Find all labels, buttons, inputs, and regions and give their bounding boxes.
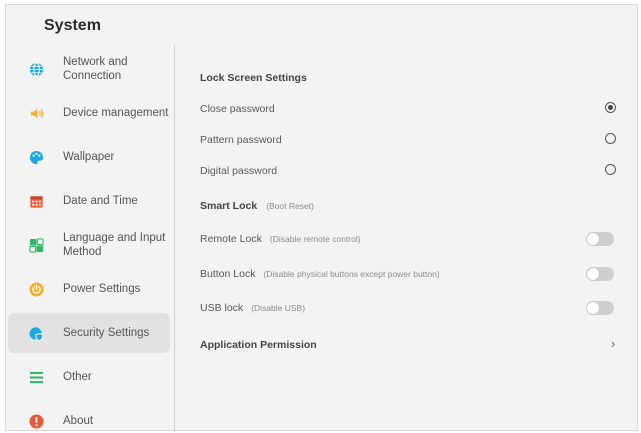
palette-icon <box>28 149 44 165</box>
toggle-knob <box>587 268 599 280</box>
pattern-password-radio[interactable] <box>605 133 616 144</box>
pattern-password-label: Pattern password <box>200 134 282 146</box>
speaker-icon <box>28 105 44 121</box>
sidebar-item-label: Wallpaper <box>63 151 115 163</box>
sidebar-item-about[interactable]: About <box>8 401 170 433</box>
close-password-radio[interactable] <box>605 102 616 113</box>
sidebar-item-other[interactable]: Other <box>8 357 170 397</box>
chevron-right-icon[interactable]: › <box>611 336 615 351</box>
button-lock-hint: (Disable physical buttons except power b… <box>263 269 440 279</box>
power-icon <box>28 281 44 297</box>
digital-password-radio[interactable] <box>605 164 616 175</box>
smart-lock-section-title: Smart Lock (Boot Reset) <box>200 200 314 212</box>
sidebar-item-network[interactable]: Network and Connection <box>8 49 170 89</box>
sidebar-item-label: Security Settings <box>63 327 150 339</box>
sidebar-item-device-management[interactable]: Device management <box>8 93 170 133</box>
usb-lock-label: USB lock (Disable USB) <box>200 302 305 314</box>
smart-lock-hint: (Boot Reset) <box>266 201 314 211</box>
remote-lock-toggle[interactable] <box>586 232 614 246</box>
window-title: System <box>44 17 101 34</box>
button-lock-toggle[interactable] <box>586 267 614 281</box>
application-permission-title[interactable]: Application Permission <box>200 339 317 351</box>
sidebar-item-label: Device management <box>63 107 169 119</box>
close-password-label: Close password <box>200 103 275 115</box>
globe-icon <box>28 61 44 77</box>
shield-icon <box>28 325 44 341</box>
lock-screen-section-title: Lock Screen Settings <box>200 72 307 84</box>
remote-lock-text: Remote Lock <box>200 233 262 245</box>
usb-lock-hint: (Disable USB) <box>251 303 306 313</box>
language-icon <box>28 237 44 253</box>
usb-lock-text: USB lock <box>200 302 244 314</box>
remote-lock-hint: (Disable remote control) <box>269 234 361 244</box>
sidebar-item-label: Power Settings <box>63 283 141 295</box>
remote-lock-label: Remote Lock (Disable remote control) <box>200 233 361 245</box>
toggle-knob <box>587 233 599 245</box>
sidebar-item-label: About <box>63 415 94 427</box>
info-icon <box>28 413 44 429</box>
list-icon <box>28 369 44 385</box>
sidebar-item-security[interactable]: Security Settings <box>8 313 170 353</box>
button-lock-text: Button Lock <box>200 268 256 280</box>
digital-password-label: Digital password <box>200 165 278 177</box>
usb-lock-toggle[interactable] <box>586 301 614 315</box>
sidebar-item-label: Language and Input Method <box>63 232 166 258</box>
sidebar-item-label: Network and Connection <box>63 56 128 82</box>
sidebar-item-date-time[interactable]: Date and Time <box>8 181 170 221</box>
sidebar: Network and Connection Device management… <box>6 49 174 432</box>
toggle-knob <box>587 302 599 314</box>
sidebar-item-language[interactable]: Language and Input Method <box>8 225 170 265</box>
sidebar-item-label: Date and Time <box>63 195 138 207</box>
sidebar-item-power[interactable]: Power Settings <box>8 269 170 309</box>
smart-lock-title: Smart Lock <box>200 200 258 212</box>
sidebar-item-wallpaper[interactable]: Wallpaper <box>8 137 170 177</box>
calendar-icon <box>28 193 44 209</box>
security-settings-panel: Lock Screen Settings Close password Patt… <box>175 49 637 430</box>
sidebar-item-label: Other <box>63 371 92 383</box>
settings-window: System Network and Connection Device man… <box>5 4 638 432</box>
button-lock-label: Button Lock (Disable physical buttons exc… <box>200 268 440 280</box>
